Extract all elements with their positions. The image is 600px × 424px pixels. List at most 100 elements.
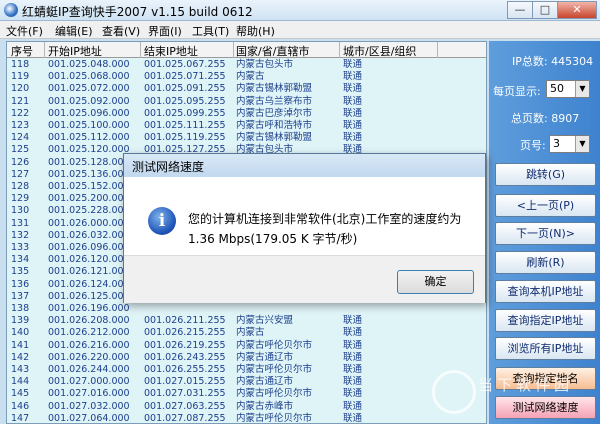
table-row[interactable]: 144 001.027.000.000 001.027.015.255 内蒙古通辽市 联… [7,376,486,388]
close-button[interactable]: ✕ [557,1,597,19]
header-start-ip[interactable]: 开始IP地址 [48,43,102,59]
cell-start-ip: 001.026.220.000 [48,351,130,363]
cell-index: 119 [11,71,30,83]
cell-end-ip: 001.027.015.255 [144,376,226,388]
info-icon: i [148,207,176,235]
ok-button[interactable]: 确定 [397,270,474,294]
cell-start-ip: 001.025.068.000 [48,71,130,83]
watermark-logo [432,370,476,414]
cell-end-ip: 001.026.219.255 [144,339,226,351]
chevron-down-icon[interactable]: ▼ [575,81,589,97]
cell-province: 内蒙古锡林郭勒盟 [236,83,313,95]
query-local-ip-button[interactable]: 查询本机IP地址 [495,280,596,303]
chevron-down-icon[interactable]: ▼ [575,136,589,152]
table-row[interactable]: 147 001.027.064.000 001.027.087.255 内蒙古呼伦贝尔… [7,412,486,424]
menu-file[interactable]: 文件(F) [6,23,43,39]
cell-city: 联通 [343,412,363,424]
cell-start-ip: 001.025.120.000 [48,144,130,156]
cell-start-ip: 001.025.092.000 [48,95,130,107]
cell-province: 内蒙古锡林郭勒盟 [236,132,313,144]
header-index[interactable]: 序号 [11,43,33,59]
table-row[interactable]: 121 001.025.092.000 001.025.095.255 内蒙古乌兰察布… [7,96,486,108]
per-page-value: 50 [550,82,564,95]
cell-index: 144 [11,376,30,388]
dialog-body: i 您的计算机连接到非常软件(北京)工作室的速度约为 1.36 Mbps(179… [124,177,485,255]
table-row[interactable]: 118 001.025.048.000 001.025.067.255 内蒙古包头市 联… [7,59,486,71]
cell-index: 139 [11,315,30,327]
watermark-text: 当下软件园 [478,376,574,394]
table-row[interactable]: 123 001.025.100.000 001.025.111.255 内蒙古呼和浩特… [7,120,486,132]
test-speed-button[interactable]: 测试网络速度 [495,396,596,419]
cell-start-ip: 001.025.128.000 [48,156,130,168]
cell-index: 141 [11,339,30,351]
cell-start-ip: 001.025.072.000 [48,83,130,95]
menu-tools[interactable]: 工具(T) [192,23,229,39]
cell-index: 118 [11,59,30,70]
table-row[interactable]: 138 001.026.196.000 [7,303,486,315]
cell-province: 内蒙古呼伦贝尔市 [236,364,313,375]
goto-button[interactable]: 跳转(G) [495,163,596,186]
query-specific-ip-button[interactable]: 查询指定IP地址 [495,309,596,332]
table-row[interactable]: 139 001.026.208.000 001.026.211.255 内蒙古兴安盟 联… [7,315,486,327]
cell-start-ip: 001.025.100.000 [48,120,130,131]
menu-interface[interactable]: 界面(I) [148,23,182,39]
table-row[interactable]: 141 001.026.216.000 001.026.219.255 内蒙古呼伦贝尔… [7,340,486,352]
cell-index: 127 [11,168,30,180]
cell-province: 内蒙古呼伦贝尔市 [236,339,313,351]
cell-index: 133 [11,242,30,253]
cell-index: 146 [11,400,30,412]
cell-end-ip: 001.027.063.255 [144,400,226,412]
cell-start-ip: 001.027.016.000 [48,388,130,400]
browse-all-ip-button[interactable]: 浏览所有IP地址 [495,337,596,360]
table-row[interactable]: 119 001.025.068.000 001.025.071.255 内蒙古 联通 [7,71,486,83]
cell-end-ip: 001.027.031.255 [144,388,226,400]
cell-end-ip: 001.025.111.255 [144,120,226,131]
cell-start-ip: 001.026.212.000 [48,327,130,339]
minimize-button[interactable]: — [507,1,533,19]
header-city[interactable]: 城市/区县/组织 [343,43,416,59]
cell-city: 联通 [343,327,363,339]
dialog-message: 您的计算机连接到非常软件(北京)工作室的速度约为 1.36 Mbps(179.0… [188,212,462,246]
table-row[interactable]: 145 001.027.016.000 001.027.031.255 内蒙古呼伦贝尔… [7,388,486,400]
cell-index: 128 [11,181,30,192]
cell-index: 137 [11,290,30,302]
next-page-button[interactable]: 下一页(N)> [495,222,596,245]
per-page-select[interactable]: 50 ▼ [546,80,590,98]
page-number-select[interactable]: 3 ▼ [549,135,590,153]
menu-help[interactable]: 帮助(H) [236,23,275,39]
cell-start-ip: 001.026.124.000 [48,278,130,290]
menu-view[interactable]: 查看(V) [102,23,140,39]
prev-page-button[interactable]: <上一页(P) [495,194,596,217]
table-row[interactable]: 143 001.026.244.000 001.026.255.255 内蒙古呼伦贝尔… [7,364,486,376]
cell-city: 联通 [343,400,363,412]
per-page-label: 每页显示: [493,85,541,98]
table-row[interactable]: 140 001.026.212.000 001.026.215.255 内蒙古 联通 [7,327,486,339]
table-row[interactable]: 120 001.025.072.000 001.025.091.255 内蒙古锡林郭勒… [7,83,486,95]
menu-edit[interactable]: 编辑(E) [55,23,93,39]
refresh-button[interactable]: 刷新(R) [495,251,596,274]
cell-index: 123 [11,120,30,131]
cell-index: 135 [11,266,30,278]
header-end-ip[interactable]: 结束IP地址 [144,43,198,59]
cell-end-ip: 001.026.255.255 [144,364,226,375]
cell-end-ip: 001.025.071.255 [144,71,226,83]
table-row[interactable]: 146 001.027.032.000 001.027.063.255 内蒙古赤峰市 联… [7,401,486,413]
maximize-button[interactable]: □ [532,1,558,19]
cell-index: 142 [11,351,30,363]
cell-province: 内蒙古乌兰察布市 [236,95,313,107]
cell-index: 138 [11,303,30,314]
dialog-title: 测试网络速度 [124,154,485,177]
header-province[interactable]: 国家/省/直辖市 [236,43,309,59]
table-row[interactable]: 142 001.026.220.000 001.026.243.255 内蒙古通辽市 联… [7,352,486,364]
cell-index: 121 [11,95,30,107]
cell-start-ip: 001.027.064.000 [48,412,130,424]
cell-province: 内蒙古包头市 [236,59,294,70]
table-row[interactable]: 124 001.025.112.000 001.025.119.255 内蒙古锡林郭勒… [7,132,486,144]
cell-index: 131 [11,217,30,229]
cell-start-ip: 001.025.048.000 [48,59,130,70]
cell-start-ip: 001.026.216.000 [48,339,130,351]
cell-index: 136 [11,278,30,290]
table-row[interactable]: 122 001.025.096.000 001.025.099.255 内蒙古巴彦淖尔… [7,108,486,120]
cell-province: 内蒙古呼伦贝尔市 [236,412,313,424]
speed-test-dialog: 测试网络速度 i 您的计算机连接到非常软件(北京)工作室的速度约为 1.36 M… [123,153,486,303]
